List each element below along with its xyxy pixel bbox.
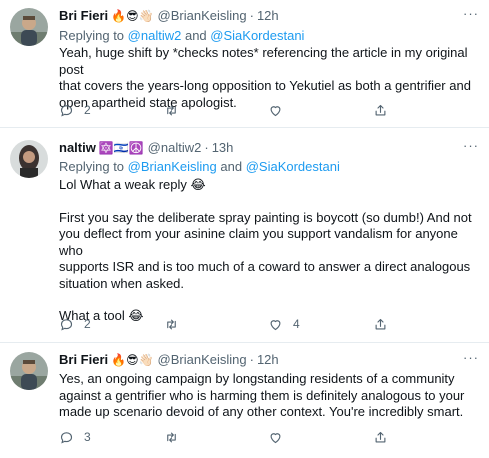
tweet-text-line: First you say the deliberate spray paint… bbox=[59, 209, 472, 225]
name-emoji: 🔯🇮🇱☮️ bbox=[98, 141, 144, 155]
timestamp[interactable]: 13h bbox=[212, 140, 234, 156]
timestamp[interactable]: 12h bbox=[257, 8, 279, 24]
heart-icon bbox=[268, 430, 283, 445]
tweet-1[interactable]: Bri Fieri 🔥😎👋🏻 @BrianKeisling · 12h ··· … bbox=[0, 0, 489, 126]
like-button[interactable]: 4 bbox=[268, 317, 373, 332]
more-icon[interactable]: ··· bbox=[463, 6, 479, 21]
tweet-text-line: you deflect from your asinine claim you … bbox=[59, 226, 458, 258]
reply-button[interactable]: 2 bbox=[59, 317, 164, 332]
replying-to-and: and bbox=[184, 28, 207, 43]
tweet-text-line: against a gentrifier who is harming them… bbox=[59, 387, 465, 403]
tweet-text: Yes, an ongoing campaign by longstanding… bbox=[59, 371, 477, 421]
tweet-header: Bri Fieri 🔥😎👋🏻 @BrianKeisling · 12h bbox=[59, 352, 279, 368]
like-button[interactable] bbox=[268, 430, 373, 445]
name-emoji: 🔥😎👋🏻 bbox=[111, 353, 154, 367]
mention-link[interactable]: @SiaKordestani bbox=[210, 28, 304, 43]
tweet-actions: 2 bbox=[59, 102, 477, 118]
avatar[interactable] bbox=[10, 140, 48, 178]
timestamp[interactable]: 12h bbox=[257, 352, 279, 368]
name-emoji: 🔥😎👋🏻 bbox=[111, 9, 154, 23]
share-icon bbox=[373, 103, 388, 118]
avatar[interactable] bbox=[10, 352, 48, 390]
retweet-button[interactable] bbox=[164, 317, 269, 332]
reply-icon bbox=[59, 317, 74, 332]
reply-button[interactable]: 2 bbox=[59, 103, 164, 118]
tweet-text-line: situation when asked. bbox=[59, 275, 185, 291]
share-button[interactable] bbox=[373, 430, 478, 445]
tweet-text-line: Yeah, huge shift by *checks notes* refer… bbox=[59, 45, 468, 77]
share-icon bbox=[373, 430, 388, 445]
heart-icon bbox=[268, 103, 283, 118]
user-handle[interactable]: @BrianKeisling bbox=[158, 352, 247, 368]
separator: · bbox=[204, 140, 209, 155]
replying-to: Replying to @naltiw2 and @SiaKordestani bbox=[59, 27, 304, 44]
reply-icon bbox=[59, 430, 74, 445]
tweet-text-line: supports ISR and is too much of a coward… bbox=[59, 259, 471, 274]
separator: · bbox=[249, 8, 254, 23]
mention-link[interactable]: @naltiw2 bbox=[128, 28, 182, 43]
more-icon[interactable]: ··· bbox=[463, 138, 479, 153]
reply-icon bbox=[59, 103, 74, 118]
retweet-icon bbox=[164, 430, 179, 445]
tweet-actions: 3 bbox=[59, 429, 477, 445]
heart-icon bbox=[268, 317, 283, 332]
reply-count: 3 bbox=[84, 430, 91, 444]
tweet-header: Bri Fieri 🔥😎👋🏻 @BrianKeisling · 12h bbox=[59, 8, 279, 24]
reply-count: 2 bbox=[84, 103, 91, 117]
share-button[interactable] bbox=[373, 317, 478, 332]
separator: · bbox=[249, 352, 254, 367]
share-button[interactable] bbox=[373, 103, 478, 118]
display-name[interactable]: Bri Fieri bbox=[59, 8, 108, 24]
tweet-text-line: Lol What a weak reply 😂 bbox=[59, 177, 206, 192]
replying-to-and: and bbox=[220, 159, 243, 174]
more-icon[interactable]: ··· bbox=[463, 350, 479, 365]
like-count: 4 bbox=[293, 317, 300, 331]
avatar[interactable] bbox=[10, 8, 48, 46]
tweet-text-line: Yes, an ongoing campaign by longstanding… bbox=[59, 371, 455, 386]
retweet-button[interactable] bbox=[164, 103, 269, 118]
mention-link[interactable]: @SiaKordestani bbox=[246, 159, 340, 174]
replying-to-label: Replying to bbox=[59, 159, 125, 174]
display-name[interactable]: Bri Fieri bbox=[59, 352, 108, 368]
replying-to-label: Replying to bbox=[59, 28, 125, 43]
retweet-button[interactable] bbox=[164, 430, 269, 445]
like-button[interactable] bbox=[268, 103, 373, 118]
retweet-icon bbox=[164, 103, 179, 118]
mention-link[interactable]: @BrianKeisling bbox=[128, 159, 217, 174]
user-handle[interactable]: @BrianKeisling bbox=[158, 8, 247, 24]
user-handle[interactable]: @naltiw2 bbox=[148, 140, 202, 156]
display-name[interactable]: naltiw bbox=[59, 140, 96, 156]
tweet-actions: 2 4 bbox=[59, 316, 477, 332]
tweet-2[interactable]: naltiw 🔯🇮🇱☮️ @naltiw2 · 13h ··· Replying… bbox=[0, 128, 489, 341]
reply-count: 2 bbox=[84, 317, 91, 331]
tweet-3[interactable]: Bri Fieri 🔥😎👋🏻 @BrianKeisling · 12h ··· … bbox=[0, 343, 489, 458]
tweet-text-line: that covers the years-long opposition to… bbox=[59, 78, 471, 93]
retweet-icon bbox=[164, 317, 179, 332]
share-icon bbox=[373, 317, 388, 332]
replying-to: Replying to @BrianKeisling and @SiaKorde… bbox=[59, 158, 340, 175]
tweet-text: Lol What a weak reply 😂 First you say th… bbox=[59, 177, 477, 325]
tweet-header: naltiw 🔯🇮🇱☮️ @naltiw2 · 13h bbox=[59, 140, 233, 156]
reply-button[interactable]: 3 bbox=[59, 430, 164, 445]
tweet-text-line: made up scenario devoid of any other con… bbox=[59, 404, 464, 419]
